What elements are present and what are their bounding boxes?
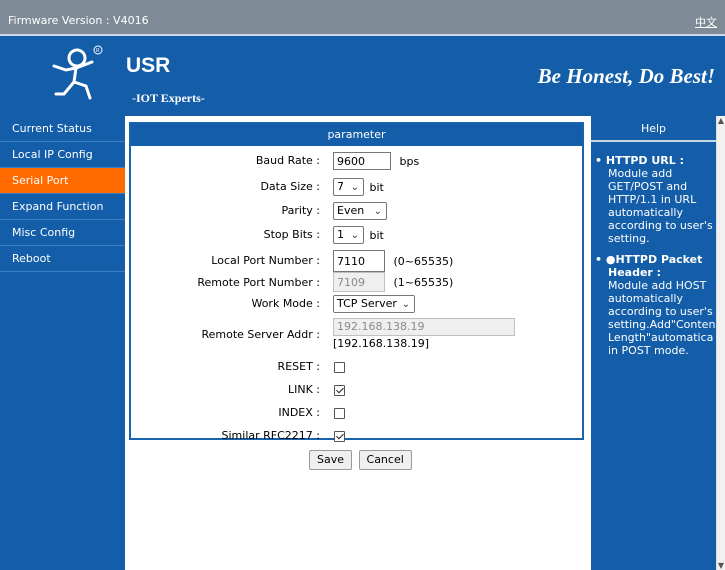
sidebar-item-current-status[interactable]: Current Status — [0, 116, 125, 142]
index-checkbox[interactable] — [334, 407, 345, 419]
brand-name: USR — [126, 54, 171, 77]
remote-server-display: [192.168.138.19] — [333, 337, 430, 350]
link-checkbox[interactable] — [334, 384, 345, 396]
parity-label: Parity : — [281, 204, 320, 217]
help-body: • HTTPD URL : Module add GET/POST and HT… — [591, 142, 716, 365]
help-line: automatically — [608, 206, 683, 219]
help-item-httpd-header: • ●HTTPD Packet Header : Module add HOST… — [595, 253, 716, 357]
reset-checkbox[interactable] — [334, 361, 345, 373]
header-banner: R USR -IOT Experts- Be Honest, Do Best! — [0, 34, 725, 116]
svg-text:R: R — [96, 48, 100, 54]
help-scrollbar[interactable]: ▲ ▼ — [716, 116, 725, 570]
chevron-down-icon: ⌄ — [401, 299, 410, 310]
local-port-label: Local Port Number : — [211, 254, 320, 267]
scroll-down-icon[interactable]: ▼ — [717, 561, 725, 570]
help-line: according to user's — [608, 219, 713, 232]
sidebar-item-serial-port[interactable]: Serial Port — [0, 168, 125, 194]
help-title: Help — [591, 116, 716, 142]
panel-title: parameter — [131, 124, 582, 146]
help-line: in POST mode. — [608, 344, 689, 357]
help-heading-cont: Header : — [608, 266, 662, 279]
firmware-version: Firmware Version : V4016 — [8, 14, 149, 27]
stop-bits-select[interactable]: 1 ⌄ — [333, 226, 364, 244]
running-person-logo-icon: R — [52, 45, 103, 100]
help-item-httpd-url: • HTTPD URL : Module add GET/POST and HT… — [595, 154, 716, 245]
rfc2217-label: Similar RFC2217 : — [221, 429, 320, 442]
help-heading: • HTTPD URL : — [595, 154, 684, 167]
data-size-select[interactable]: 7 ⌄ — [333, 178, 364, 196]
stop-bits-label: Stop Bits : — [263, 228, 320, 241]
save-button[interactable]: Save — [309, 450, 353, 470]
stop-bits-value: 1 — [337, 228, 344, 241]
sidebar-item-local-ip-config[interactable]: Local IP Config — [0, 142, 125, 168]
stop-bits-unit: bit — [369, 228, 384, 242]
remote-port-label: Remote Port Number : — [197, 276, 320, 289]
parity-select[interactable]: Even ⌄ — [333, 202, 387, 220]
data-size-value: 7 — [337, 180, 344, 193]
help-line: automatically — [608, 292, 683, 305]
data-size-label: Data Size : — [260, 180, 320, 193]
remote-server-label: Remote Server Addr : — [201, 328, 320, 341]
reset-label: RESET : — [277, 360, 320, 373]
remote-port-input[interactable]: 7109 — [333, 272, 385, 292]
scroll-up-icon[interactable]: ▲ — [717, 116, 725, 125]
baud-rate-input[interactable]: 9600 — [333, 152, 391, 170]
slogan: Be Honest, Do Best! — [537, 64, 715, 88]
work-mode-label: Work Mode : — [251, 297, 320, 310]
help-heading: • ●HTTPD Packet — [595, 253, 703, 266]
local-port-input[interactable]: 7110 — [333, 250, 385, 272]
help-line: according to user's — [608, 305, 713, 318]
sidebar-nav: Current Status Local IP Config Serial Po… — [0, 116, 125, 570]
cancel-button[interactable]: Cancel — [358, 450, 412, 470]
sidebar-item-misc-config[interactable]: Misc Config — [0, 220, 125, 246]
chevron-down-icon: ⌄ — [350, 182, 359, 193]
baud-rate-unit: bps — [399, 154, 420, 168]
index-label: INDEX : — [278, 406, 320, 419]
rfc2217-checkbox[interactable] — [334, 430, 345, 442]
help-line: HTTP/1.1 in URL — [608, 193, 697, 206]
parameter-panel: parameter Baud Rate : 9600 bps Data Size… — [129, 122, 584, 442]
parity-value: Even — [337, 204, 365, 217]
help-line: setting. — [608, 232, 650, 245]
top-bar: Firmware Version : V4016 中文 — [0, 0, 725, 34]
help-line: Module add — [608, 167, 673, 180]
work-mode-value: TCP Server — [337, 297, 397, 310]
work-mode-select[interactable]: TCP Server ⌄ — [333, 295, 415, 313]
language-link[interactable]: 中文 — [695, 14, 717, 30]
brand-tagline: -IOT Experts- — [132, 91, 205, 105]
remote-port-range: (1~65535) — [393, 275, 454, 289]
chevron-down-icon: ⌄ — [373, 206, 382, 217]
help-line: GET/POST and — [608, 180, 688, 193]
help-line: Module add HOST — [608, 279, 707, 292]
sidebar-item-expand-function[interactable]: Expand Function — [0, 194, 125, 220]
help-line: Length"automatica — [608, 331, 714, 344]
link-label: LINK : — [287, 383, 320, 396]
remote-server-input[interactable]: 192.168.138.19 — [333, 318, 515, 336]
form-buttons: Save Cancel — [309, 450, 415, 470]
sidebar-item-reboot[interactable]: Reboot — [0, 246, 125, 272]
chevron-down-icon: ⌄ — [350, 230, 359, 241]
local-port-range: (0~65535) — [393, 254, 454, 268]
help-panel: Help • HTTPD URL : Module add GET/POST a… — [591, 116, 716, 570]
baud-rate-label: Baud Rate : — [255, 154, 320, 167]
data-size-unit: bit — [369, 180, 384, 194]
help-line: setting.Add"Conten — [608, 318, 716, 331]
